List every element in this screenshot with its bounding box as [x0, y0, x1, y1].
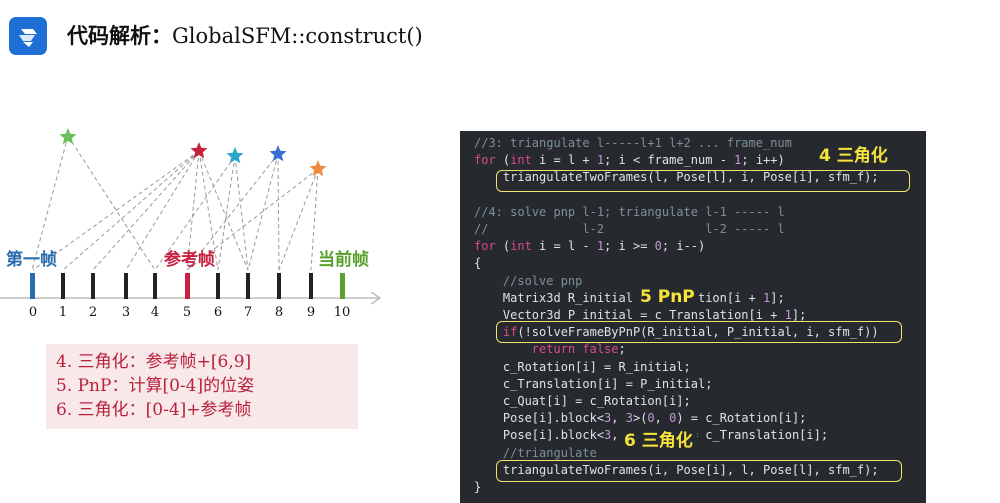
frame-bar-5: [185, 273, 190, 299]
frame-bar-2: [91, 273, 95, 299]
code-line: }: [474, 480, 482, 495]
first-frame-label: 第一帧: [6, 249, 57, 270]
frame-bar-3: [124, 273, 128, 299]
tick-label: 10: [334, 305, 351, 320]
code-line: //solve pnp: [474, 273, 583, 288]
frame-bar-0: [30, 273, 35, 299]
code-line: c_Rotation[i] = R_initial;: [474, 359, 691, 374]
landmark-star-blue: [269, 145, 287, 162]
frame-bar-9: [309, 273, 313, 299]
step-4-text: 4. 三角化：参考帧+[6,9]: [56, 352, 252, 372]
page-title-code: GlobalSFM::construct(): [172, 24, 423, 48]
step-6-text: 6. 三角化：[0-4]+参考帧: [56, 400, 252, 420]
steps-summary-box: 4. 三角化：参考帧+[6,9] 5. PnP：计算[0-4]的位姿 6. 三角…: [46, 344, 358, 429]
frame-diagram: 第一帧 参考帧 当前帧 0 1 2 3 4 5 6 7 8 9 10: [0, 128, 382, 320]
code-line: //3: triangulate l-----l+1 l+2 ... frame…: [474, 136, 792, 150]
highlight-triangulate-1: [496, 170, 910, 192]
code-line: for (int i = l - 1; i >= 0; i--): [474, 239, 706, 254]
landmark-star-green: [59, 128, 77, 145]
code-line: Matrix3d R_initial = c_Rotation[i + 1];: [474, 290, 785, 305]
code-line: // l-2 l-2 ----- l: [474, 222, 785, 237]
current-frame-label: 当前帧: [318, 249, 369, 270]
frame-bar-1: [61, 273, 65, 299]
code-line: //4: solve pnp l-1; triangulate l-1 ----…: [474, 204, 785, 219]
tick-labels: 0 1 2 3 4 5 6 7 8 9 10: [29, 305, 350, 320]
code-line: c_Translation[i] = P_initial;: [474, 376, 713, 391]
tick-label: 3: [122, 305, 130, 320]
frame-bar-10: [340, 273, 345, 299]
annotation-step-5: 5 PnP: [636, 287, 699, 307]
code-line: return false;: [531, 342, 626, 357]
annotation-step-6: 6 三角化: [620, 426, 697, 451]
landmark-star-teal: [226, 147, 244, 164]
frame-bar-7: [246, 273, 250, 299]
tick-label: 0: [29, 305, 37, 320]
frame-bar-8: [277, 273, 281, 299]
page-title: 代码解析：GlobalSFM::construct(): [67, 20, 423, 50]
reference-frame-label: 参考帧: [164, 249, 215, 270]
code-line: {: [474, 256, 482, 271]
tick-label: 5: [183, 305, 191, 320]
frame-bar-6: [216, 273, 220, 299]
step-5-text: 5. PnP：计算[0-4]的位姿: [56, 376, 255, 396]
tick-label: 9: [307, 305, 315, 320]
highlight-triangulate-2: [496, 460, 902, 482]
page-title-cn: 代码解析：: [67, 24, 172, 48]
code-line: c_Quat[i] = c_Rotation[i];: [474, 394, 691, 409]
tick-label: 1: [59, 305, 67, 320]
code-line: Vector3d P_initial = c_Translation[i + 1…: [474, 308, 807, 323]
code-line: //triangulate: [474, 445, 597, 460]
code-line: for (int i = l + 1; i < frame_num - 1; i…: [474, 153, 785, 168]
tick-label: 4: [151, 305, 159, 320]
logo-icon: [9, 17, 47, 55]
tick-label: 8: [275, 305, 283, 320]
code-panel: //3: triangulate l-----l+1 l+2 ... frame…: [460, 131, 926, 503]
tick-label: 6: [214, 305, 222, 320]
tick-label: 7: [244, 305, 252, 320]
highlight-solve-pnp: [496, 321, 902, 343]
tick-label: 2: [89, 305, 97, 320]
annotation-step-4: 4 三角化: [815, 141, 892, 166]
frame-bar-4: [153, 273, 157, 299]
code-line: Pose[i].block<3, 3>(0, 0) = c_Rotation[i…: [474, 411, 807, 426]
